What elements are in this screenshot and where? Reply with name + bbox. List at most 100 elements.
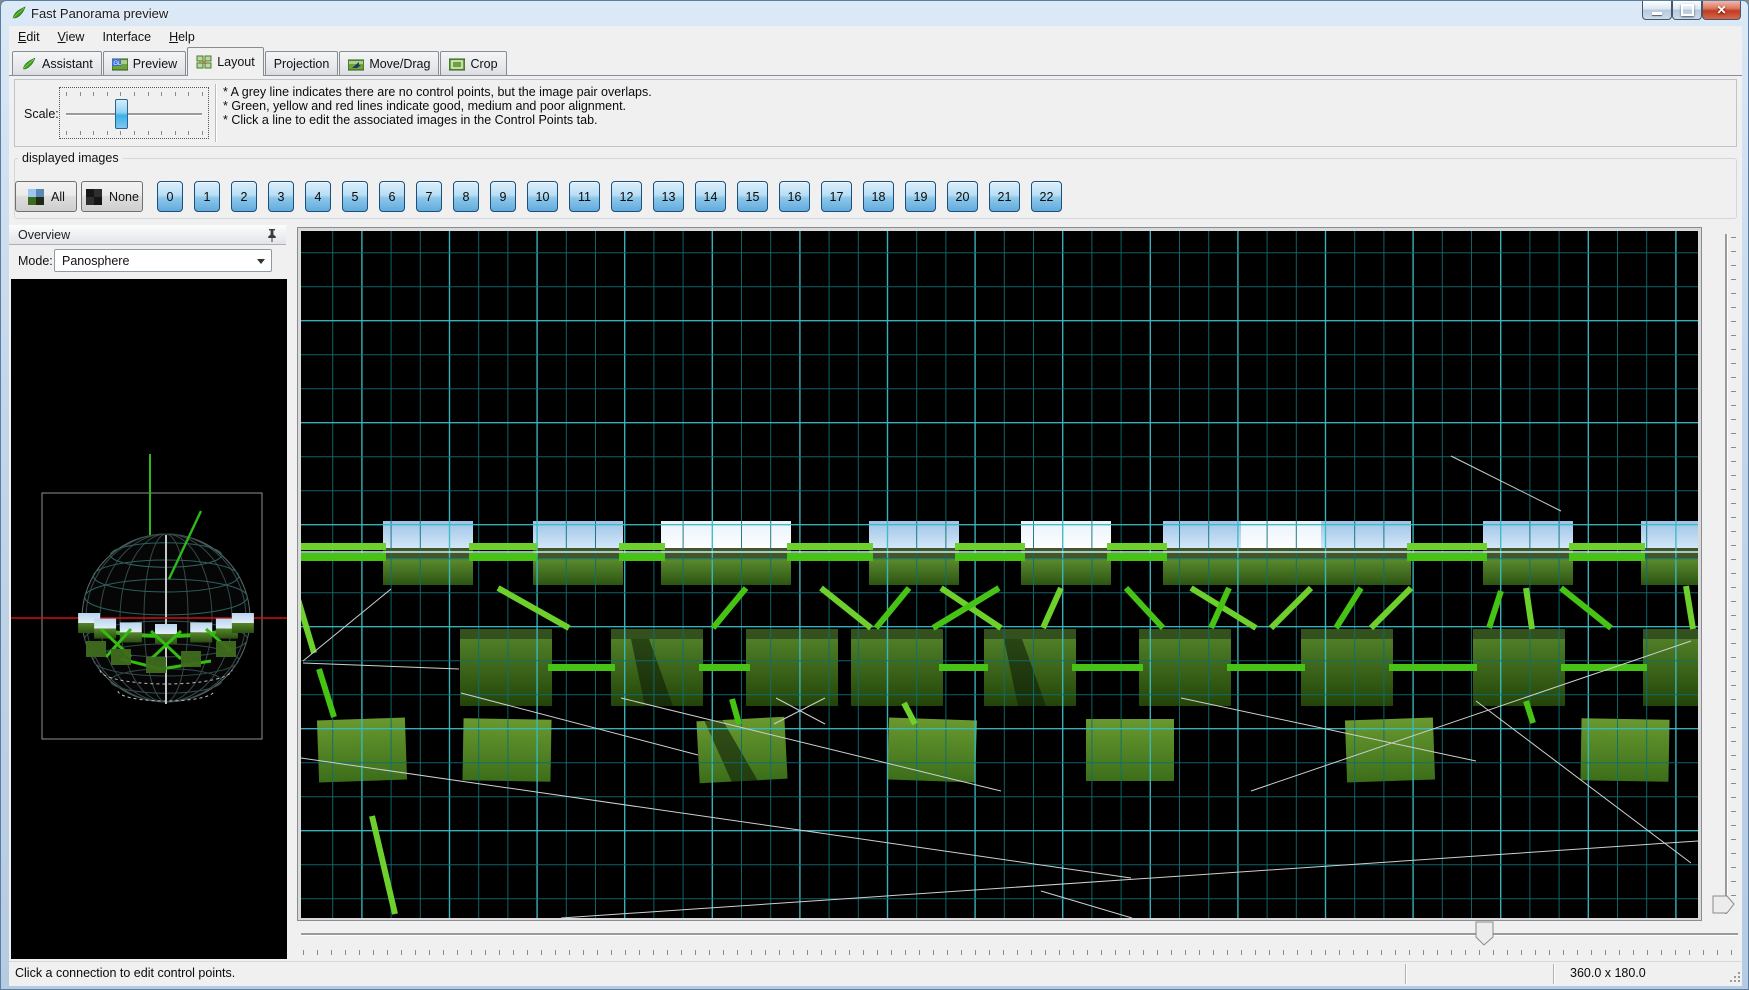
layout-canvas[interactable] <box>301 231 1698 918</box>
tab-move-drag[interactable]: Move/Drag <box>339 51 439 76</box>
image-toggle-button-21[interactable]: 21 <box>989 181 1020 212</box>
scale-tick <box>107 92 108 96</box>
tab-layout[interactable]: Layout <box>187 47 264 76</box>
yaw-slider-tick <box>1521 950 1522 955</box>
image-toggle-button-13[interactable]: 13 <box>653 181 684 212</box>
yaw-slider-tick <box>1661 950 1662 955</box>
yaw-slider-track[interactable] <box>301 933 1738 936</box>
image-toggle-button-5[interactable]: 5 <box>342 181 368 212</box>
menu-item-interface[interactable]: Interface <box>93 28 160 46</box>
image-toggle-button-9[interactable]: 9 <box>490 181 516 212</box>
minimize-button[interactable] <box>1642 1 1672 20</box>
pitch-slider-tick <box>1731 447 1736 448</box>
image-toggle-button-4[interactable]: 4 <box>305 181 331 212</box>
image-toggle-button-18[interactable]: 18 <box>863 181 894 212</box>
pitch-slider-tick <box>1731 727 1736 728</box>
image-toggle-button-15[interactable]: 15 <box>737 181 768 212</box>
image-toggle-button-17[interactable]: 17 <box>821 181 852 212</box>
resize-grip[interactable] <box>1729 970 1741 982</box>
pitch-slider-track[interactable] <box>1725 234 1728 914</box>
mode-select[interactable]: Panosphere <box>54 249 272 272</box>
image-toggle-button-22[interactable]: 22 <box>1031 181 1062 212</box>
yaw-slider-tick <box>1101 950 1102 955</box>
close-button[interactable]: ✕ <box>1702 1 1741 20</box>
scale-slider[interactable] <box>59 87 209 139</box>
yaw-slider-tick <box>1241 950 1242 955</box>
image-toggle-button-0[interactable]: 0 <box>157 181 183 212</box>
panosphere-overview[interactable] <box>11 279 287 959</box>
image-toggle-button-2[interactable]: 2 <box>231 181 257 212</box>
pitch-slider-tick <box>1731 475 1736 476</box>
pitch-slider-tick <box>1731 265 1736 266</box>
image-toggle-button-16[interactable]: 16 <box>779 181 810 212</box>
maximize-button[interactable] <box>1672 1 1702 20</box>
scale-slider-track[interactable] <box>66 113 202 116</box>
title-bar[interactable]: Fast Panorama preview ✕ <box>1 1 1749 26</box>
yaw-slider-tick <box>1563 950 1564 955</box>
displayed-images-label: displayed images <box>18 151 123 165</box>
tab-label: Crop <box>470 57 497 71</box>
image-toggle-button-1[interactable]: 1 <box>194 181 220 212</box>
show-none-button[interactable]: None <box>81 181 143 212</box>
tab-assistant[interactable]: Assistant <box>12 51 102 76</box>
yaw-slider-tick <box>919 950 920 955</box>
yaw-slider-tick <box>415 950 416 955</box>
image-toggle-button-7[interactable]: 7 <box>416 181 442 212</box>
scale-tick <box>93 131 94 135</box>
pitch-slider-tick <box>1731 713 1736 714</box>
pitch-slider-tick <box>1731 797 1736 798</box>
yaw-slider-thumb[interactable] <box>1475 921 1494 947</box>
yaw-slider-tick <box>1017 950 1018 955</box>
yaw-slider-tick <box>1199 950 1200 955</box>
yaw-slider-tick <box>331 950 332 955</box>
yaw-slider-tick <box>667 950 668 955</box>
window-bottom-border <box>1 985 1749 990</box>
overview-header: Overview <box>9 225 286 245</box>
pitch-slider-tick <box>1731 769 1736 770</box>
image-toggle-button-20[interactable]: 20 <box>947 181 978 212</box>
image-toggle-button-6[interactable]: 6 <box>379 181 405 212</box>
scale-slider-thumb[interactable] <box>115 99 128 129</box>
tab-crop[interactable]: Crop <box>440 51 506 76</box>
status-size: 360.0 x 180.0 <box>1570 966 1646 980</box>
yaw-slider-tick <box>583 950 584 955</box>
yaw-slider-tick <box>1339 950 1340 955</box>
menu-item-help[interactable]: Help <box>160 28 204 46</box>
mode-row: Mode: Panosphere <box>9 246 286 275</box>
yaw-slider-tick <box>1591 950 1592 955</box>
yaw-slider-tick <box>1381 950 1382 955</box>
image-toggle-button-11[interactable]: 11 <box>569 181 600 212</box>
scale-tick <box>93 92 94 96</box>
image-toggle-button-19[interactable]: 19 <box>905 181 936 212</box>
menu-item-edit[interactable]: Edit <box>9 28 49 46</box>
menu-item-view[interactable]: View <box>49 28 94 46</box>
show-all-button[interactable]: All <box>15 181 77 212</box>
pitch-slider[interactable] <box>1704 227 1742 957</box>
pitch-slider-thumb[interactable] <box>1712 895 1736 914</box>
pin-icon[interactable] <box>266 228 278 242</box>
tab-projection[interactable]: Projection <box>265 51 339 76</box>
yaw-slider-tick <box>835 950 836 955</box>
movedrag-icon <box>348 57 364 71</box>
image-toggle-button-8[interactable]: 8 <box>453 181 479 212</box>
hint-line: * A grey line indicates there are no con… <box>223 85 652 99</box>
pitch-slider-tick <box>1731 307 1736 308</box>
close-icon: ✕ <box>1716 4 1726 16</box>
yaw-slider-tick <box>639 950 640 955</box>
image-toggle-button-3[interactable]: 3 <box>268 181 294 212</box>
yaw-slider-tick <box>905 950 906 955</box>
menu-bar: EditViewInterfaceHelp <box>9 26 1742 48</box>
pitch-slider-tick <box>1731 251 1736 252</box>
tab-preview[interactable]: GLPreview <box>103 51 186 76</box>
status-separator <box>1553 964 1555 984</box>
pitch-slider-tick <box>1731 377 1736 378</box>
image-toggle-button-10[interactable]: 10 <box>527 181 558 212</box>
pitch-slider-tick <box>1731 601 1736 602</box>
pitch-slider-tick <box>1731 881 1736 882</box>
image-toggle-button-12[interactable]: 12 <box>611 181 642 212</box>
yaw-slider-tick <box>1493 950 1494 955</box>
image-toggle-button-14[interactable]: 14 <box>695 181 726 212</box>
chevron-down-icon <box>257 259 265 264</box>
tab-label: Layout <box>217 55 255 69</box>
svg-text:GL: GL <box>113 61 122 67</box>
